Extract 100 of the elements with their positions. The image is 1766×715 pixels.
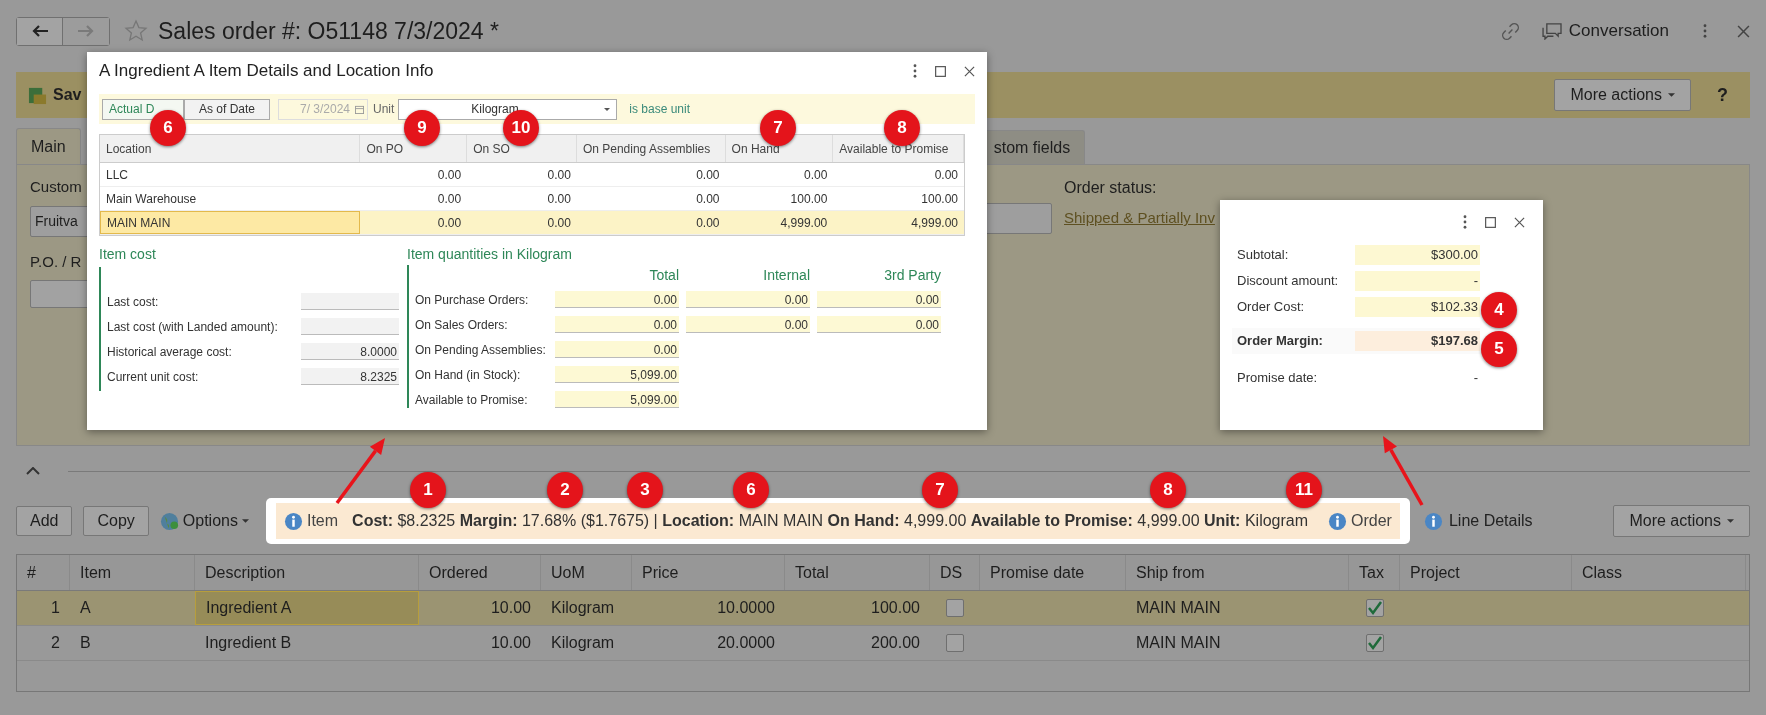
table-cell: Ingredient A (195, 591, 419, 625)
table-cell-text: 10.00 (489, 633, 532, 653)
column-header: Total (648, 266, 679, 283)
caret-icon[interactable] (604, 107, 611, 111)
link-icon[interactable] (1500, 21, 1520, 41)
table-cell: MAIN MAIN (100, 211, 361, 234)
checkbox[interactable] (946, 634, 964, 652)
more-icon[interactable] (913, 64, 917, 78)
checkbox[interactable] (1365, 599, 1384, 617)
more-icon[interactable] (1463, 215, 1467, 229)
caret-icon (241, 519, 249, 523)
info-icon (1423, 511, 1443, 531)
table-cell-text: 1 (50, 598, 61, 618)
back-button[interactable] (17, 17, 63, 45)
field-label: On Sales Orders: (415, 316, 509, 334)
column-header: Ordered (419, 555, 541, 590)
column-header: Price (632, 555, 785, 590)
column-header: UoM (541, 555, 632, 590)
close-icon[interactable] (964, 65, 975, 77)
item-link[interactable]: Item (283, 509, 339, 533)
grid-action-button[interactable]: Add (16, 506, 73, 536)
collapse-icon[interactable] (26, 467, 40, 475)
forward-arrow-icon (78, 25, 94, 37)
column-header: Description (195, 555, 419, 590)
annotation-badge: 8 (1150, 472, 1186, 508)
grid-action-button[interactable]: Copy (83, 506, 149, 536)
table-cell-text: 0.00 (933, 166, 959, 184)
calendar-icon[interactable] (355, 104, 364, 114)
annotation-badge: 11 (1286, 472, 1322, 508)
column-header: Item (70, 555, 195, 590)
location-row[interactable]: MAIN MAIN 0.00 0.00 0.00 4,999.00 4,999.00 (100, 211, 964, 235)
close-icon[interactable] (1737, 24, 1750, 38)
column-header: Promise date (980, 555, 1126, 590)
more-actions-button[interactable]: More actions (1554, 79, 1691, 111)
checkbox[interactable] (946, 599, 964, 617)
maximize-icon[interactable] (1485, 216, 1496, 228)
tab[interactable]: Main (16, 128, 81, 164)
table-cell-text: Main Warehouse (105, 190, 198, 208)
table-cell-text: 0.00 (546, 166, 572, 184)
unit-note: is base unit (629, 101, 691, 118)
more-actions-button[interactable]: More actions (1613, 505, 1750, 537)
table-cell-text: Kilogram (550, 598, 616, 618)
column-header: DS (930, 555, 980, 590)
unit-dropdown[interactable]: Kilogram (398, 98, 618, 120)
table-cell-text: LLC (105, 166, 129, 184)
chat-icon (1541, 22, 1563, 40)
grid-row[interactable]: 1 A Ingredient A 10.00 Kilogram 10.0000 100.00 MAIN MAIN (17, 591, 1749, 626)
order-link[interactable]: Order (1328, 509, 1392, 533)
field-label: Historical average cost: (107, 343, 232, 361)
quantity-field: 0.00 (817, 316, 941, 333)
annotation-badge: 7 (922, 472, 958, 508)
summary-label: Order Margin: (1237, 332, 1323, 351)
table-cell-text: 0.00 (436, 190, 463, 208)
quantity-field: 5,099.00 (555, 366, 679, 383)
more-icon[interactable] (1703, 24, 1707, 38)
help-icon[interactable]: ? (1717, 81, 1728, 109)
field-label: Current unit cost: (107, 368, 199, 386)
field-label: Order status: (1064, 178, 1158, 198)
date-mode-button[interactable]: As of Date (184, 98, 270, 120)
table-cell-text: 0.00 (436, 166, 463, 184)
cost-field: 8.2325 (301, 368, 399, 385)
field-label: On Hand (in Stock): (415, 366, 522, 384)
line-details-button[interactable]: Line Details (1423, 509, 1533, 533)
table-cell-text: 0.00 (546, 190, 572, 208)
info-icon (283, 511, 303, 531)
cost-field: 8.0000 (301, 343, 399, 360)
options-button[interactable]: Options (159, 509, 249, 533)
table-cell-text: 2 (50, 633, 61, 653)
field-label: P.O. / R (30, 251, 83, 272)
column-header: Class (1572, 555, 1746, 590)
summary-value: $197.68 (1355, 331, 1480, 351)
annotation-badge: 3 (627, 472, 663, 508)
table-cell-text: Kilogram (550, 633, 616, 653)
table-cell-text: A (79, 598, 92, 618)
summary-label: Discount amount: (1237, 271, 1339, 290)
column-header: # (17, 555, 70, 590)
column-header: Total (785, 555, 930, 590)
annotation-arrow (1383, 436, 1424, 506)
globe-icon (159, 511, 179, 531)
conversation-button[interactable]: Conversation (1541, 18, 1669, 44)
dialog-title: A Ingredient A Item Details and Location Info (99, 60, 434, 83)
table-cell-text: 100.00 (789, 190, 829, 208)
table-cell-text: 0.00 (695, 190, 721, 208)
field-label: Available to Promise: (415, 391, 529, 409)
field-label: Last cost: (107, 293, 159, 311)
page-title: Sales order #: O51148 7/3/2024 * (158, 16, 499, 46)
maximize-icon[interactable] (935, 65, 946, 77)
table-cell-text: 0.00 (802, 166, 829, 184)
table-cell-text: 4,999.00 (779, 214, 829, 232)
save-label[interactable]: Sav (53, 83, 82, 107)
checkbox[interactable] (1365, 634, 1384, 652)
table-cell-text: B (79, 633, 92, 653)
quantity-field: 0.00 (686, 316, 810, 333)
item-summary: Cost: $8.2325 Margin: 17.68% ($1.7675) | Location: MAIN MAIN On Hand: 4,999.00 Available to Promise: 4,999.00 Unit: Kilogram (352, 511, 1309, 531)
table-cell-text: MAIN MAIN (1135, 598, 1222, 618)
star-icon[interactable] (124, 19, 148, 43)
unit-label: Unit (373, 101, 395, 118)
summary-value: $102.33 (1355, 296, 1480, 317)
summary-value: $300.00 (1355, 244, 1480, 265)
close-icon[interactable] (1514, 216, 1525, 228)
